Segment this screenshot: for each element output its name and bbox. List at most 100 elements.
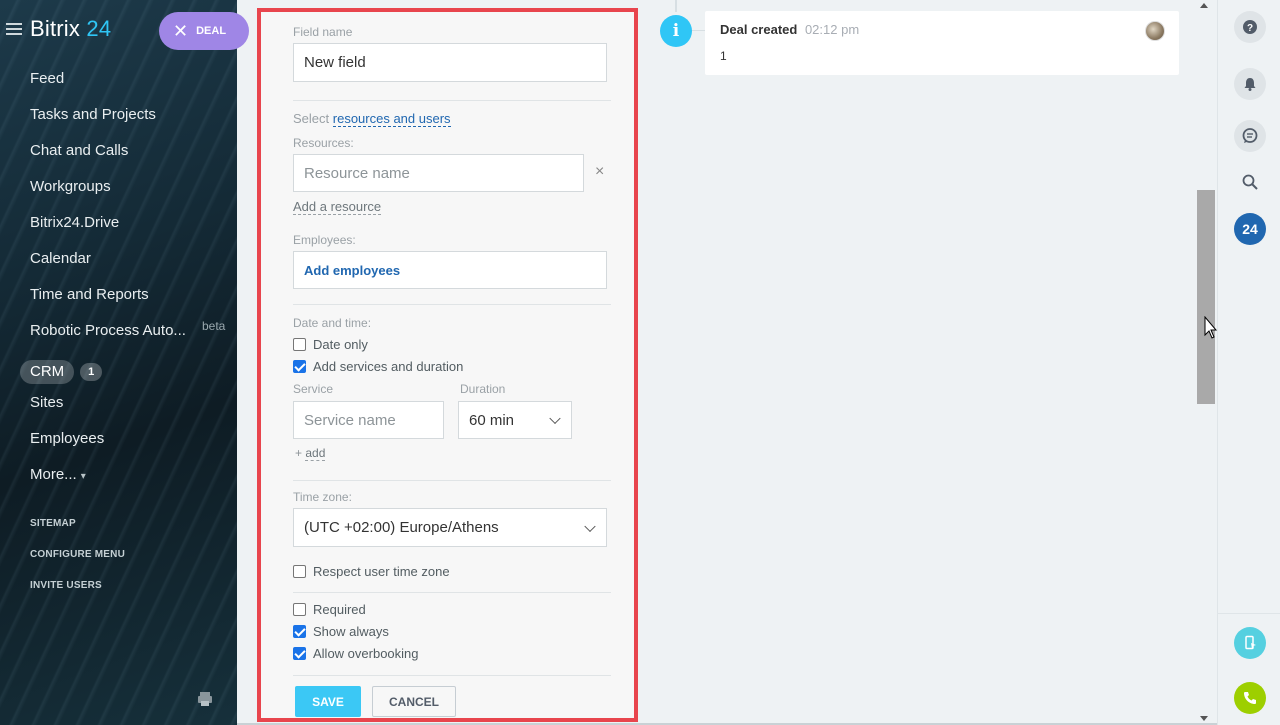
scrollbar-thumb[interactable] bbox=[1197, 190, 1215, 404]
add-services-checkbox[interactable] bbox=[293, 359, 306, 373]
close-deal-button[interactable]: ✕ DEAL bbox=[159, 12, 249, 50]
date-only-label: Date only bbox=[313, 336, 368, 352]
nav-item-workgroups[interactable]: Workgroups bbox=[0, 174, 237, 210]
event-body: 1 bbox=[720, 49, 727, 63]
service-label: Service bbox=[293, 382, 334, 396]
chevron-down-icon: ▾ bbox=[80, 471, 86, 482]
add-services-label: Add services and duration bbox=[313, 358, 464, 374]
field-settings-panel: Field name New field Select resources an… bbox=[257, 8, 638, 722]
field-name-label: Field name bbox=[293, 25, 353, 39]
date-time-label: Date and time: bbox=[293, 316, 372, 330]
add-service-link[interactable]: add bbox=[305, 446, 326, 461]
bitrix24-badge[interactable]: 24 bbox=[1234, 213, 1266, 245]
show-always-checkbox[interactable] bbox=[293, 624, 306, 638]
logo-row: Bitrix 24 bbox=[6, 14, 111, 44]
respect-tz-checkbox[interactable] bbox=[293, 564, 306, 578]
respect-tz-checkbox-row[interactable]: Respect user time zone bbox=[293, 562, 450, 580]
service-name-input[interactable]: Service name bbox=[293, 401, 444, 439]
logo[interactable]: Bitrix 24 bbox=[30, 16, 111, 42]
scroll-down-arrow-icon[interactable] bbox=[1200, 716, 1208, 721]
divider bbox=[293, 480, 611, 481]
timeline-connector bbox=[692, 30, 705, 31]
nav-item-feed[interactable]: Feed bbox=[0, 66, 237, 102]
configure-menu-link[interactable]: CONFIGURE MENU bbox=[30, 543, 125, 574]
chat-icon[interactable] bbox=[1234, 120, 1266, 152]
event-title: Deal created bbox=[720, 22, 798, 37]
divider bbox=[293, 304, 611, 305]
time-zone-select[interactable]: (UTC +02:00) Europe/Athens bbox=[293, 508, 607, 547]
nav-item-drive[interactable]: Bitrix24.Drive bbox=[0, 210, 237, 246]
respect-tz-label: Respect user time zone bbox=[313, 563, 450, 579]
chevron-down-icon bbox=[549, 412, 561, 425]
nav-item-rpa[interactable]: Robotic Process Auto... beta bbox=[0, 318, 237, 354]
timeline-line bbox=[675, 0, 677, 12]
time-zone-value: (UTC +02:00) Europe/Athens bbox=[304, 519, 499, 536]
nav-item-more-label: More... bbox=[30, 466, 77, 483]
left-sidebar: Bitrix 24 Feed Tasks and Projects Chat a… bbox=[0, 0, 237, 725]
cancel-button[interactable]: CANCEL bbox=[372, 686, 456, 717]
duration-value: 60 min bbox=[469, 411, 515, 429]
add-resource-link[interactable]: Add a resource bbox=[293, 199, 382, 215]
phone-icon[interactable] bbox=[1234, 682, 1266, 714]
time-zone-label: Time zone: bbox=[293, 490, 352, 504]
mobile-app-icon[interactable] bbox=[1234, 627, 1266, 659]
resource-name-input[interactable]: Resource name bbox=[293, 154, 584, 192]
allow-overbooking-checkbox-row[interactable]: Allow overbooking bbox=[293, 644, 419, 662]
sidebar-footer-links: SITEMAP CONFIGURE MENU INVITE USERS bbox=[30, 512, 125, 605]
date-only-checkbox[interactable] bbox=[293, 337, 306, 351]
nav-item-crm[interactable]: CRM 1 bbox=[0, 354, 237, 390]
allow-overbooking-checkbox[interactable] bbox=[293, 646, 306, 660]
logo-main: Bitrix bbox=[30, 16, 81, 41]
nav-item-employees[interactable]: Employees bbox=[0, 426, 237, 462]
required-checkbox[interactable] bbox=[293, 602, 306, 616]
divider bbox=[293, 675, 611, 676]
crm-counter-badge: 1 bbox=[80, 363, 103, 381]
close-icon: ✕ bbox=[173, 21, 189, 41]
right-toolbar: ? 24 bbox=[1217, 0, 1280, 725]
nav-item-calendar[interactable]: Calendar bbox=[0, 246, 237, 282]
search-icon[interactable] bbox=[1234, 166, 1266, 198]
nav-item-more[interactable]: More... ▾ bbox=[0, 462, 237, 498]
required-label: Required bbox=[313, 601, 366, 617]
add-service-row: + add bbox=[295, 446, 326, 461]
resources-and-users-link[interactable]: resources and users bbox=[332, 111, 451, 127]
nav-item-sites[interactable]: Sites bbox=[0, 390, 237, 426]
add-resource-row: Add a resource bbox=[293, 199, 382, 215]
help-icon[interactable]: ? bbox=[1234, 11, 1266, 43]
nav-item-rpa-label: Robotic Process Auto... bbox=[30, 322, 186, 339]
info-icon: i bbox=[660, 15, 692, 47]
sitemap-link[interactable]: SITEMAP bbox=[30, 512, 125, 543]
avatar[interactable] bbox=[1145, 21, 1165, 41]
invite-users-link[interactable]: INVITE USERS bbox=[30, 574, 125, 605]
crm-label: CRM bbox=[20, 360, 75, 384]
field-name-input[interactable]: New field bbox=[293, 43, 607, 82]
select-resources-row: Select resources and users bbox=[293, 111, 451, 127]
chevron-down-icon bbox=[584, 520, 596, 532]
plus-icon: + bbox=[295, 446, 303, 460]
event-time: 02:12 pm bbox=[804, 22, 860, 37]
nav-item-chat[interactable]: Chat and Calls bbox=[0, 138, 237, 174]
remove-resource-icon[interactable]: × bbox=[595, 163, 604, 181]
required-checkbox-row[interactable]: Required bbox=[293, 600, 366, 618]
duration-select[interactable]: 60 min bbox=[458, 401, 572, 439]
nav-item-tasks[interactable]: Tasks and Projects bbox=[0, 102, 237, 138]
select-prefix: Select bbox=[293, 111, 330, 126]
allow-overbooking-label: Allow overbooking bbox=[313, 645, 419, 661]
svg-text:?: ? bbox=[1247, 23, 1253, 34]
bell-icon[interactable] bbox=[1234, 68, 1266, 100]
deal-pill-label: DEAL bbox=[196, 25, 227, 37]
mouse-cursor-icon bbox=[1204, 316, 1218, 339]
event-title-row: Deal created 02:12 pm bbox=[720, 22, 859, 37]
add-employees-button[interactable]: Add employees bbox=[293, 251, 607, 289]
duration-label: Duration bbox=[460, 382, 506, 396]
main-nav: Feed Tasks and Projects Chat and Calls W… bbox=[0, 66, 237, 498]
show-always-checkbox-row[interactable]: Show always bbox=[293, 622, 389, 640]
date-only-checkbox-row[interactable]: Date only bbox=[293, 335, 368, 353]
save-button[interactable]: SAVE bbox=[295, 686, 361, 717]
scroll-up-arrow-icon[interactable] bbox=[1200, 3, 1208, 8]
employees-label: Employees: bbox=[293, 233, 356, 247]
printer-icon[interactable] bbox=[196, 690, 214, 708]
menu-icon[interactable] bbox=[6, 23, 22, 35]
add-services-checkbox-row[interactable]: Add services and duration bbox=[293, 357, 463, 375]
logo-num: 24 bbox=[86, 16, 112, 41]
